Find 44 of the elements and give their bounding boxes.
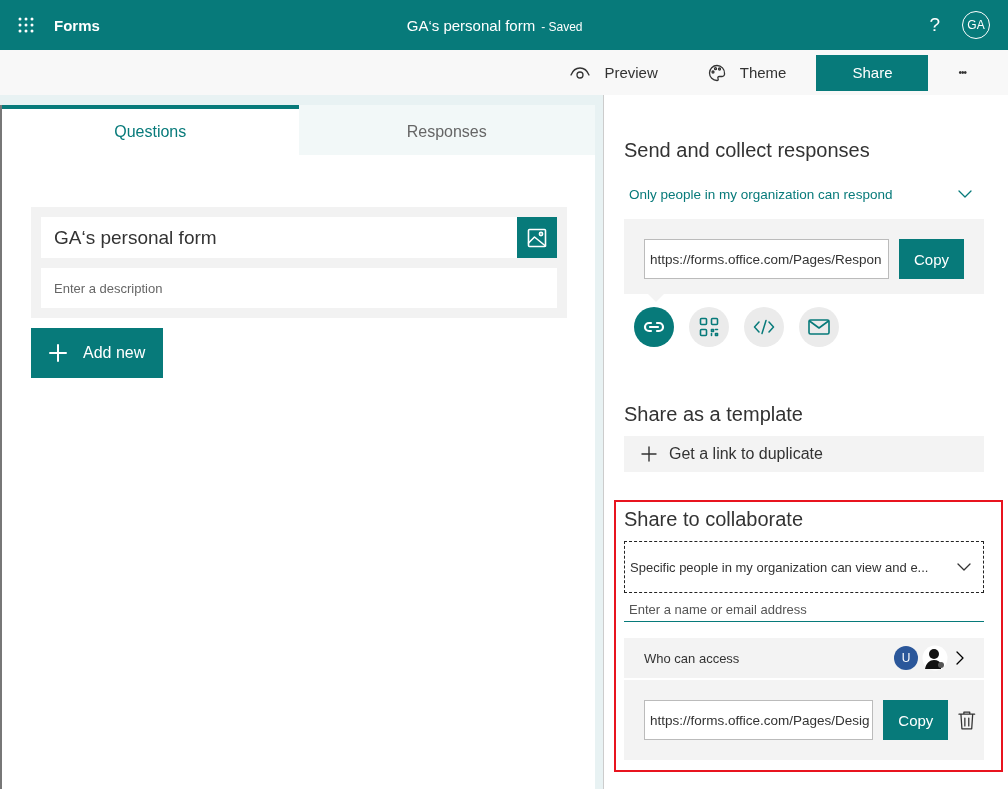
plus-icon — [49, 344, 67, 362]
insert-image-button[interactable] — [517, 217, 557, 258]
preview-button[interactable]: Preview — [550, 54, 678, 91]
more-button[interactable]: ••• — [938, 54, 986, 91]
add-new-button[interactable]: Add new — [31, 328, 164, 378]
section-heading: Share to collaborate — [624, 508, 804, 531]
code-icon — [753, 319, 775, 335]
description-field[interactable]: Enter a description — [41, 268, 557, 308]
link-icon — [643, 320, 665, 334]
tab[interactable]: Responses — [298, 105, 595, 155]
trash-icon — [958, 710, 976, 730]
copy-button[interactable]: Copy — [883, 700, 949, 740]
collaborate-link-field[interactable]: https://forms.office.com/Pages/Desig — [644, 700, 874, 740]
theme-button[interactable]: Theme — [687, 54, 807, 91]
who-can-access-row[interactable]: Who can access U — [624, 638, 984, 678]
mail-icon — [808, 319, 830, 335]
plus-icon — [641, 446, 657, 462]
form-title: GA‘s personal form — [406, 16, 536, 34]
embed-share-button[interactable] — [744, 307, 784, 347]
app-launcher-icon — [18, 17, 34, 33]
save-status: - Saved — [541, 19, 583, 34]
person-settings-icon — [922, 645, 948, 671]
chevron-down-icon — [957, 562, 971, 572]
title-field[interactable]: GA‘s personal form — [41, 217, 557, 258]
link-share-button[interactable] — [634, 307, 674, 347]
chevron-down-icon — [958, 189, 972, 199]
share-button[interactable]: Share — [816, 54, 929, 91]
audience-dropdown[interactable]: Only people in my organization can respond — [624, 174, 984, 214]
section-heading: Share as a template — [624, 403, 804, 426]
chevron-right-icon — [956, 651, 964, 665]
help-button[interactable]: ? — [929, 14, 940, 36]
duplicate-link-button[interactable]: Get a link to duplicate — [624, 436, 984, 472]
qr-share-button[interactable] — [689, 307, 729, 347]
eye-icon — [570, 65, 591, 80]
app-name[interactable]: Forms — [54, 16, 100, 34]
image-icon — [527, 227, 547, 248]
copy-button[interactable]: Copy — [898, 239, 964, 279]
qr-code-icon — [699, 317, 719, 337]
user-avatar: U — [894, 646, 918, 670]
response-link-field[interactable]: https://forms.office.com/Pages/Respon — [644, 239, 889, 279]
email-share-button[interactable] — [799, 307, 839, 347]
permission-dropdown[interactable]: Specific people in my organization can view and e... — [624, 541, 984, 593]
palette-icon — [707, 63, 726, 82]
section-heading: Send and collect responses — [624, 139, 871, 162]
